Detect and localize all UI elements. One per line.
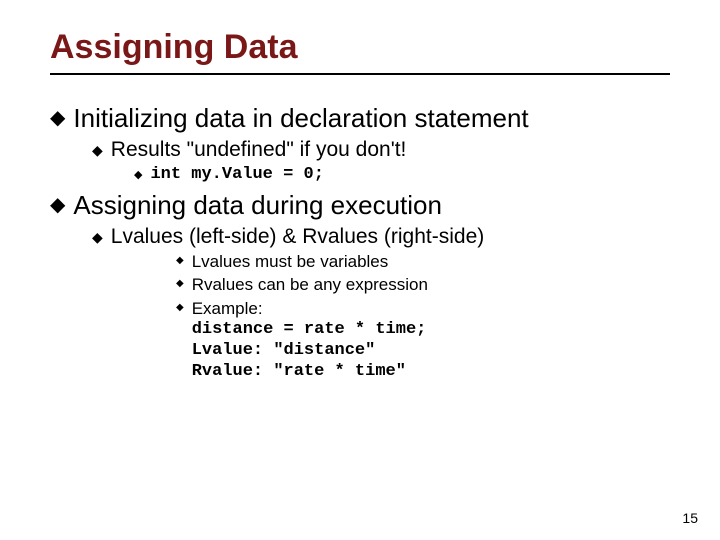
bullet-rvalues-expression: ◆ Rvalues can be any expression <box>176 274 670 295</box>
diamond-bullet-icon: ◆ <box>176 303 184 313</box>
code-line-distance: distance = rate * time; <box>192 319 427 340</box>
example-body: Example: distance = rate * time; Lvalue:… <box>192 298 427 383</box>
example-label: Example: <box>192 299 263 318</box>
diamond-bullet-icon: ◆ <box>176 279 184 289</box>
code-line-rvalue: Rvalue: "rate * time" <box>192 361 427 382</box>
bullet-text: Initializing data in declaration stateme… <box>73 103 528 134</box>
title-underline <box>50 73 670 75</box>
bullet-initializing: ◆ Initializing data in declaration state… <box>50 103 670 134</box>
slide-title: Assigning Data <box>50 28 670 67</box>
bullet-text: Assigning data during execution <box>73 190 442 221</box>
diamond-bullet-icon: ◆ <box>176 256 184 266</box>
bullet-code-int-myvalue: ◆ int my.Value = 0; <box>134 165 670 184</box>
diamond-bullet-icon: ◆ <box>50 195 65 215</box>
diamond-bullet-icon: ◆ <box>92 143 103 157</box>
bullet-example: ◆ Example: distance = rate * time; Lvalu… <box>176 298 670 383</box>
bullet-lvalues-variables: ◆ Lvalues must be variables <box>176 251 670 272</box>
code-text: int my.Value = 0; <box>150 165 323 184</box>
diamond-bullet-icon: ◆ <box>92 230 103 244</box>
page-number: 15 <box>682 510 698 526</box>
bullet-results-undefined: ◆ Results "undefined" if you don't! <box>92 138 670 162</box>
bullet-assigning-execution: ◆ Assigning data during execution <box>50 190 670 221</box>
slide: Assigning Data ◆ Initializing data in de… <box>0 0 720 540</box>
bullet-text: Rvalues can be any expression <box>192 274 428 295</box>
bullet-lvalues-rvalues: ◆ Lvalues (left-side) & Rvalues (right-s… <box>92 225 670 249</box>
bullet-text: Lvalues must be variables <box>192 251 389 272</box>
bullet-text: Lvalues (left-side) & Rvalues (right-sid… <box>111 225 484 249</box>
bullet-text: Results "undefined" if you don't! <box>111 138 407 162</box>
code-line-lvalue: Lvalue: "distance" <box>192 340 427 361</box>
diamond-bullet-icon: ◆ <box>134 170 142 181</box>
diamond-bullet-icon: ◆ <box>50 108 65 128</box>
